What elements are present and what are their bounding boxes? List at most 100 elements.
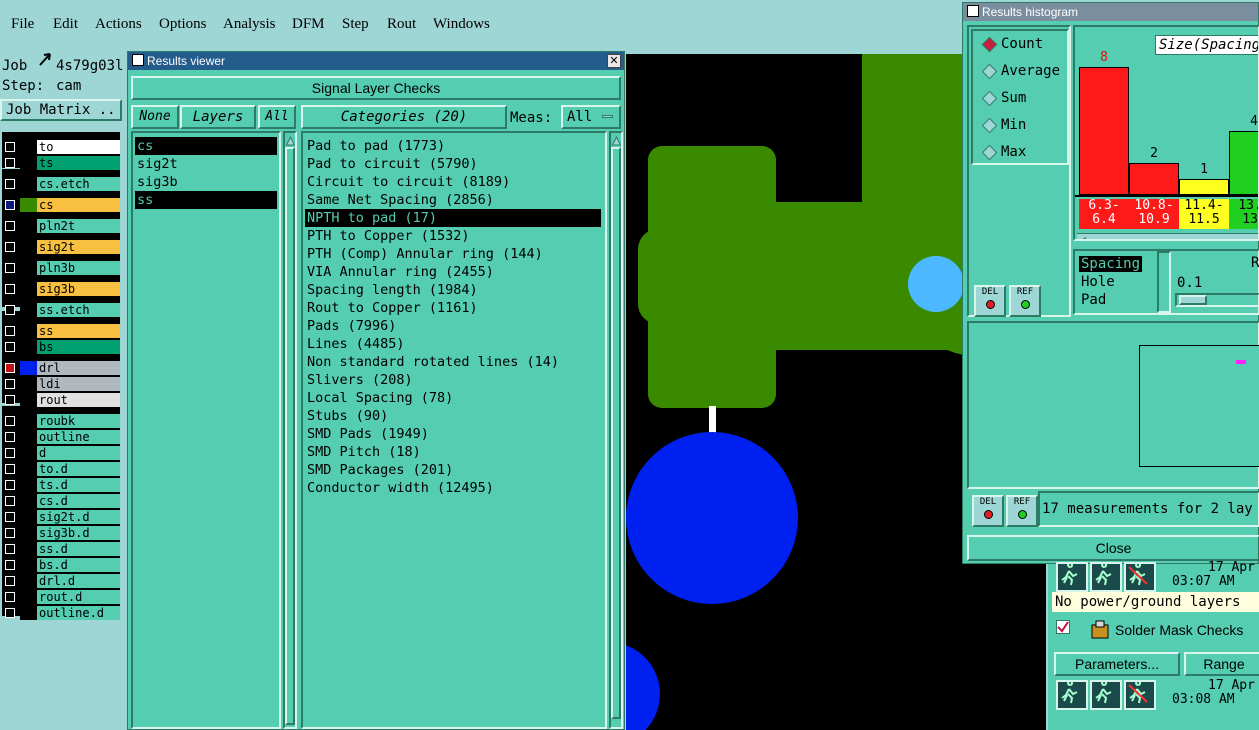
category-item[interactable]: Lines (4485) xyxy=(305,335,601,353)
layer-checkbox[interactable] xyxy=(5,242,15,252)
layer-list-scrollbar[interactable] xyxy=(283,131,297,729)
layer-color-swatch[interactable] xyxy=(20,240,37,254)
layer-row[interactable]: pln2t xyxy=(2,219,120,233)
layer-color-swatch[interactable] xyxy=(20,361,37,375)
run-icon[interactable] xyxy=(1056,680,1088,710)
layer-color-swatch[interactable] xyxy=(20,590,37,604)
layer-color-swatch[interactable] xyxy=(20,393,37,407)
layer-checkbox[interactable] xyxy=(5,432,15,442)
layer-row[interactable]: bs xyxy=(2,340,120,354)
run-icon[interactable] xyxy=(1090,680,1122,710)
layer-color-swatch[interactable] xyxy=(20,414,37,428)
layer-checkbox[interactable] xyxy=(5,342,15,352)
layer-checkbox[interactable] xyxy=(5,592,15,602)
category-scroll-thumb[interactable] xyxy=(611,147,621,719)
layer-checkbox[interactable] xyxy=(5,379,15,389)
menu-rout[interactable]: Rout xyxy=(387,16,416,33)
menu-step[interactable]: Step xyxy=(342,16,369,33)
category-item[interactable]: Spacing length (1984) xyxy=(305,281,601,299)
layer-row[interactable]: rout.d xyxy=(2,590,120,604)
layer-row[interactable]: ldi xyxy=(2,377,120,391)
layer-color-swatch[interactable] xyxy=(20,574,37,588)
category-item[interactable]: Stubs (90) xyxy=(305,407,601,425)
histogram-hscroll[interactable] xyxy=(1077,233,1258,239)
category-item[interactable]: Conductor width (12495) xyxy=(305,479,601,497)
category-item[interactable]: Pads (7996) xyxy=(305,317,601,335)
measure-scrollbar[interactable] xyxy=(1157,251,1171,313)
layer-color-swatch[interactable] xyxy=(20,156,37,170)
measure-hole[interactable]: Hole xyxy=(1079,273,1157,291)
layer-checkbox[interactable] xyxy=(5,416,15,426)
menu-analysis[interactable]: Analysis xyxy=(223,16,276,33)
histogram-bar[interactable] xyxy=(1179,179,1229,195)
del-button[interactable]: DEL xyxy=(974,285,1006,317)
layer-color-swatch[interactable] xyxy=(20,177,37,191)
category-list-scrollbar[interactable] xyxy=(609,131,623,729)
category-item[interactable]: VIA Annular ring (2455) xyxy=(305,263,601,281)
window-menu-icon[interactable] xyxy=(132,54,144,66)
layer-color-swatch[interactable] xyxy=(20,282,37,296)
measure-spacing[interactable]: Spacing xyxy=(1079,256,1143,272)
category-item[interactable]: SMD Pads (1949) xyxy=(305,425,601,443)
scroll-up-icon[interactable] xyxy=(611,135,622,146)
layer-row[interactable]: sig2t.d xyxy=(2,510,120,524)
layer-row[interactable]: to xyxy=(2,140,120,154)
category-item[interactable]: Same Net Spacing (2856) xyxy=(305,191,601,209)
run-stop-icon[interactable] xyxy=(1124,562,1156,592)
check-name[interactable]: Solder Mask Checks xyxy=(1115,622,1243,638)
menu-actions[interactable]: Actions xyxy=(95,16,142,33)
category-item[interactable]: Slivers (208) xyxy=(305,371,601,389)
layer-color-swatch[interactable] xyxy=(20,478,37,492)
category-item[interactable]: NPTH to pad (17) xyxy=(305,209,601,227)
layer-checkbox[interactable] xyxy=(5,528,15,538)
category-item[interactable]: PTH (Comp) Annular ring (144) xyxy=(305,245,601,263)
viewer-layer-item[interactable]: cs xyxy=(135,137,277,155)
layer-row[interactable]: roubk xyxy=(2,414,120,428)
layer-color-swatch[interactable] xyxy=(20,377,37,391)
window-menu-icon[interactable] xyxy=(967,5,979,17)
menu-dfm[interactable]: DFM xyxy=(292,16,325,33)
layer-checkbox[interactable] xyxy=(5,142,15,152)
layer-row[interactable]: drl xyxy=(2,361,120,375)
category-item[interactable]: Rout to Copper (1161) xyxy=(305,299,601,317)
menu-file[interactable]: File xyxy=(11,16,34,33)
slider-handle[interactable] xyxy=(1179,295,1207,305)
layer-checkbox[interactable] xyxy=(5,480,15,490)
layer-row[interactable]: ts xyxy=(2,156,120,170)
layer-row[interactable]: sig3b xyxy=(2,282,120,296)
ref-button[interactable]: REF xyxy=(1009,285,1041,317)
del-button-2[interactable]: DEL xyxy=(972,495,1004,527)
layer-color-swatch[interactable] xyxy=(20,606,37,620)
layer-color-swatch[interactable] xyxy=(20,261,37,275)
layer-row[interactable]: cs.d xyxy=(2,494,120,508)
ref-button-2[interactable]: REF xyxy=(1006,495,1038,527)
meas-dropdown[interactable]: All xyxy=(561,105,621,129)
layer-color-swatch[interactable] xyxy=(20,542,37,556)
layer-row[interactable]: ts.d xyxy=(2,478,120,492)
category-item[interactable]: SMD Pitch (18) xyxy=(305,443,601,461)
layer-row[interactable]: ss.etch xyxy=(2,303,120,317)
layer-checkbox[interactable] xyxy=(5,200,15,210)
viewer-layer-item[interactable]: ss xyxy=(135,191,277,209)
layer-checkbox[interactable] xyxy=(5,608,15,618)
layer-scroll-thumb[interactable] xyxy=(285,147,295,725)
all-button[interactable]: All xyxy=(258,105,296,129)
close-icon[interactable]: ✕ xyxy=(607,54,621,68)
layer-checkbox[interactable] xyxy=(5,263,15,273)
layer-color-swatch[interactable] xyxy=(20,462,37,476)
layer-row[interactable]: to.d xyxy=(2,462,120,476)
layer-row[interactable]: sig2t xyxy=(2,240,120,254)
layer-checkbox[interactable] xyxy=(5,221,15,231)
layer-checkbox[interactable] xyxy=(5,158,15,168)
layer-checkbox[interactable] xyxy=(5,576,15,586)
histogram-bar[interactable] xyxy=(1079,67,1129,195)
run-icon[interactable] xyxy=(1090,562,1122,592)
layer-checkbox[interactable] xyxy=(5,560,15,570)
layer-row[interactable]: rout xyxy=(2,393,120,407)
layer-checkbox[interactable] xyxy=(5,464,15,474)
histogram-bar[interactable] xyxy=(1129,163,1179,195)
layer-color-swatch[interactable] xyxy=(20,446,37,460)
layer-checkbox[interactable] xyxy=(5,326,15,336)
category-item[interactable]: Local Spacing (78) xyxy=(305,389,601,407)
categories-button[interactable]: Categories (20) xyxy=(301,105,507,129)
